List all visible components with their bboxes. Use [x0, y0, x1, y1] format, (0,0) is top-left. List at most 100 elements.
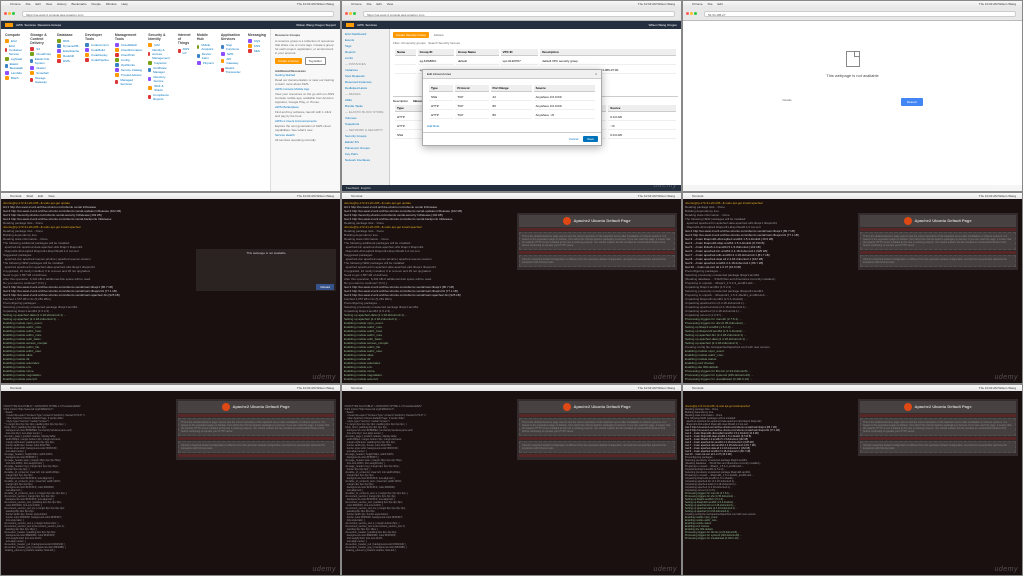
nav-item[interactable]: Security Groups	[345, 134, 386, 138]
service-link[interactable]: Redshift	[57, 54, 79, 58]
search-input[interactable]: Search Security Groups	[428, 41, 460, 45]
minimize-icon[interactable]	[8, 12, 11, 15]
save-button[interactable]: Save	[583, 136, 598, 142]
service-link[interactable]: Storage Gateway	[30, 76, 51, 84]
service-link[interactable]: Elastic Beanstalk	[5, 62, 24, 70]
close-icon[interactable]: ×	[595, 72, 597, 76]
table-row[interactable]: HTTPTCP80Anywhere ::/0	[429, 112, 595, 119]
nav-item[interactable]: Spot Requests	[345, 74, 386, 78]
nav-item[interactable]: Reports	[345, 50, 386, 54]
create-group-button[interactable]: Create a Group	[275, 58, 302, 64]
nav-item[interactable]: Events	[345, 38, 386, 42]
service-link[interactable]: CloudFormation	[115, 48, 142, 52]
nav-item[interactable]: Volumes	[345, 116, 386, 120]
service-link[interactable]: SQS	[248, 39, 266, 43]
resource-link[interactable]: Getting Started	[275, 73, 336, 77]
nav-item[interactable]: Elastic IPs	[345, 140, 386, 144]
service-link[interactable]: CodeDeploy	[85, 53, 109, 57]
terminal[interactable]: ubuntu@ip-172-31-20-245:~$ sudo apt-get …	[342, 199, 681, 384]
add-rule-button[interactable]: Add Rule	[427, 124, 439, 128]
actions-dropdown[interactable]: Actions	[434, 33, 444, 37]
nav-item[interactable]: Reserved Instances	[345, 80, 386, 84]
nav-item[interactable]: Tags	[345, 44, 386, 48]
service-link[interactable]: Compliance Reports	[148, 93, 172, 101]
service-link[interactable]: CloudWatch	[115, 43, 142, 47]
service-link[interactable]: Config	[115, 58, 142, 62]
service-link[interactable]: DynamoDB	[57, 44, 79, 48]
service-link[interactable]: SWF	[221, 52, 242, 56]
nav-item[interactable]: Placement Groups	[345, 146, 386, 150]
service-link[interactable]: Snowball	[30, 71, 51, 75]
terminal[interactable]: ubuntu@ip-172-31-20-245:~$ sudo apt-get …	[1, 199, 340, 384]
service-link[interactable]: CodeCommit	[85, 43, 109, 47]
create-sg-button[interactable]: Create Security Group	[393, 32, 429, 38]
service-link[interactable]: Lightsail	[5, 57, 24, 61]
service-link[interactable]: SES	[248, 49, 266, 53]
resource-link[interactable]: Service Health	[275, 133, 336, 137]
service-link[interactable]: Mobile Analytics	[197, 43, 215, 51]
nav-item[interactable]: Instances	[345, 68, 386, 72]
service-link[interactable]: Identity & Access Management	[148, 48, 172, 60]
service-link[interactable]: CodeBuild	[85, 48, 109, 52]
service-link[interactable]: Device Farm	[197, 52, 215, 60]
service-link[interactable]: CodePipeline	[85, 58, 109, 62]
service-link[interactable]: Trusted Advisor	[115, 73, 142, 77]
service-link[interactable]: Step Functions	[221, 43, 242, 51]
service-link[interactable]: CloudFront	[30, 52, 51, 56]
terminal[interactable]: ubuntu@ip-172-31-20-245:~$ sudo apt-get …	[683, 199, 1022, 384]
service-link[interactable]: Service Catalog	[115, 68, 142, 72]
service-link[interactable]: Pinpoint	[197, 61, 215, 65]
service-link[interactable]: Lambda	[5, 71, 24, 75]
service-link[interactable]: DMS	[57, 59, 79, 63]
nav-item[interactable]: EC2 Dashboard	[345, 32, 386, 36]
service-link[interactable]: Glacier	[30, 66, 51, 70]
service-link[interactable]: ElastiCache	[57, 49, 79, 53]
table-row[interactable]: SSHTCP22Anywhere 0.0.0.0/0	[429, 94, 595, 101]
service-link[interactable]: SNS	[248, 44, 266, 48]
nav-item[interactable]: AMIs	[345, 98, 386, 102]
service-link[interactable]: Certificate Manager	[148, 66, 172, 74]
resource-link[interactable]: AWS re:Invent Announcements	[275, 119, 336, 123]
address-bar[interactable]: 52.34.186.27	[704, 11, 1016, 17]
service-link[interactable]: Elastic File System	[30, 57, 51, 65]
service-link[interactable]: EC2	[5, 39, 24, 43]
service-link[interactable]: Inspector	[148, 61, 172, 65]
tag-editor-button[interactable]: Tag Editor	[305, 57, 327, 65]
resource-link[interactable]: AWS Console Mobile App	[275, 87, 336, 91]
details-link[interactable]: Details	[783, 98, 792, 106]
maximize-icon[interactable]	[12, 12, 15, 15]
service-link[interactable]: AWS IoT	[178, 47, 191, 55]
service-link[interactable]: Batch	[5, 76, 24, 80]
aws-logo-icon[interactable]	[5, 23, 13, 27]
nav-item[interactable]: Limits	[345, 56, 386, 60]
cancel-button[interactable]: Cancel	[565, 136, 582, 142]
app-name[interactable]: Chrome	[10, 2, 21, 6]
service-link[interactable]: S3	[30, 47, 51, 51]
cell-term-1: TerminalShellEditViewThu 10:03 AM Wilson…	[0, 192, 341, 384]
nav-item[interactable]: Snapshots	[345, 122, 386, 126]
service-link[interactable]: API Gateway	[221, 57, 242, 65]
terminal[interactable]: <!DOCTYPE html PUBLIC "-//W3C//DTD XHTML…	[342, 391, 681, 576]
nav-item[interactable]: Network Interfaces	[345, 158, 386, 162]
service-link[interactable]: EC2 Container Service	[5, 44, 24, 56]
nav-item[interactable]: Bundle Tasks	[345, 104, 386, 108]
terminal[interactable]: ubuntu@ip-172-31-20-245:~$ sudo apt-get …	[683, 391, 1022, 576]
service-link[interactable]: Directory Service	[148, 75, 172, 83]
nav-item[interactable]: Key Pairs	[345, 152, 386, 156]
table-row[interactable]: HTTPTCP80Anywhere 0.0.0.0/0	[429, 103, 595, 110]
address-bar[interactable]: https://us-west-2.console.aws.amazon.com	[22, 11, 334, 17]
service-link[interactable]: Managed Services	[115, 78, 142, 86]
service-link[interactable]: WAF & Shield	[148, 84, 172, 92]
table-row[interactable]: sg-61fb881bdefaultvpc-0132f767default VP…	[395, 58, 676, 65]
reload-button[interactable]: Reload	[901, 98, 923, 106]
close-icon[interactable]	[4, 12, 7, 15]
service-link[interactable]: IAM	[148, 43, 172, 47]
nav-item[interactable]: Dedicated Hosts	[345, 86, 386, 90]
service-link[interactable]: Elastic Transcoder	[221, 66, 242, 74]
resource-link[interactable]: AWS Marketplace	[275, 105, 336, 109]
service-link[interactable]: OpsWorks	[115, 63, 142, 67]
service-category: Developer Tools	[85, 33, 109, 41]
service-link[interactable]: CloudTrail	[115, 53, 142, 57]
terminal[interactable]: <!DOCTYPE html PUBLIC "-//W3C//DTD XHTML…	[1, 391, 340, 576]
service-link[interactable]: RDS	[57, 39, 79, 43]
